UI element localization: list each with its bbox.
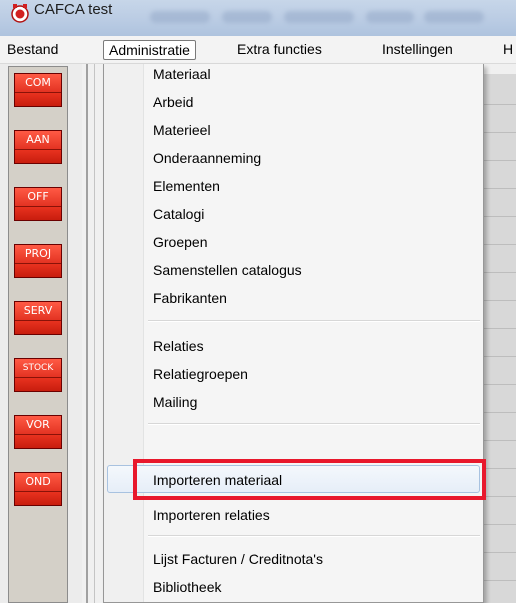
grid-row-line	[483, 580, 516, 581]
grid-row-line	[483, 552, 516, 553]
module-button-base	[15, 93, 61, 106]
menu-item-samenstellen-catalogus[interactable]: Samenstellen catalogus	[107, 256, 480, 284]
administratie-dropdown-menu: Materiaal Arbeid Materieel Onderaannemin…	[103, 64, 484, 603]
module-button-label: SERV	[15, 302, 61, 321]
menu-administratie[interactable]: Administratie	[103, 40, 196, 60]
menu-item-label: Catalogi	[153, 206, 205, 222]
grid-row-line	[483, 440, 516, 441]
menu-item-elementen[interactable]: Elementen	[107, 172, 480, 200]
menu-item-label: Relaties	[153, 338, 204, 354]
menu-separator	[148, 423, 480, 425]
module-button-off[interactable]: OFF	[14, 187, 62, 221]
module-toolbar: COM AAN OFF PROJ SERV STOCK VOR OND	[0, 64, 82, 603]
grid-row-line	[483, 272, 516, 273]
module-button-base	[15, 321, 61, 334]
menu-item-catalogi[interactable]: Catalogi	[107, 200, 480, 228]
menu-item-label: Materiaal	[153, 66, 211, 82]
menu-item-label: Mailing	[153, 394, 198, 410]
module-button-base	[15, 492, 61, 505]
module-button-ond[interactable]: OND	[14, 472, 62, 506]
module-button-serv[interactable]: SERV	[14, 301, 62, 335]
module-button-proj[interactable]: PROJ	[14, 244, 62, 278]
module-button-stock[interactable]: STOCK	[14, 358, 62, 392]
menu-item-label: Samenstellen catalogus	[153, 262, 302, 278]
menu-separator	[148, 320, 480, 322]
menu-item-relaties[interactable]: Relaties	[107, 332, 480, 360]
module-button-base	[15, 150, 61, 163]
grid-row-line	[483, 524, 516, 525]
module-button-label: OFF	[15, 188, 61, 207]
menu-bestand[interactable]: Bestand	[2, 40, 63, 60]
blurred-caption-segment	[222, 11, 272, 23]
grid-row-line	[483, 188, 516, 189]
menu-item-label: Relatiegroepen	[153, 366, 248, 382]
menu-item-materieel[interactable]: Materieel	[107, 116, 480, 144]
module-button-label: VOR	[15, 416, 61, 435]
module-button-column: COM AAN OFF PROJ SERV STOCK VOR OND	[8, 66, 68, 603]
module-button-base	[15, 435, 61, 448]
menu-item-label: Bibliotheek	[153, 579, 222, 595]
module-button-base	[15, 378, 61, 391]
menu-help[interactable]: H	[498, 40, 516, 60]
menu-item-arbeid[interactable]: Arbeid	[107, 88, 480, 116]
menu-item-label: Materieel	[153, 122, 211, 138]
menu-extra-functies[interactable]: Extra functies	[232, 40, 327, 60]
grid-row-line	[483, 160, 516, 161]
module-button-label: COM	[15, 74, 61, 93]
cafca-app-icon	[11, 4, 29, 23]
grid-row-line	[483, 244, 516, 245]
title-bar: CAFCA test	[0, 0, 516, 36]
grid-row-line	[483, 384, 516, 385]
menu-item-label: Groepen	[153, 234, 208, 250]
menu-item-label: Importeren materiaal	[153, 472, 283, 488]
panel-splitter[interactable]	[86, 64, 88, 603]
blurred-caption-segment	[150, 11, 210, 23]
menu-item-importeren-relaties[interactable]: Importeren relaties	[107, 501, 480, 529]
background-grid-panel	[482, 74, 516, 603]
module-button-label: AAN	[15, 131, 61, 150]
grid-row-line	[483, 132, 516, 133]
menu-item-label: Importeren relaties	[153, 507, 270, 523]
module-button-label: PROJ	[15, 245, 61, 264]
blurred-caption-segment	[284, 11, 354, 23]
menu-bar: Bestand Administratie Extra functies Ins…	[0, 36, 516, 64]
module-button-aan[interactable]: AAN	[14, 130, 62, 164]
menu-item-fabrikanten[interactable]: Fabrikanten	[107, 284, 480, 312]
grid-row-line	[483, 356, 516, 357]
menu-item-label: Arbeid	[153, 94, 194, 110]
grid-row-line	[483, 300, 516, 301]
menu-item-onderaanneming[interactable]: Onderaanneming	[107, 144, 480, 172]
menu-item-bibliotheek[interactable]: Bibliotheek	[107, 573, 480, 601]
grid-row-line	[483, 104, 516, 105]
grid-row-line	[483, 216, 516, 217]
module-button-base	[15, 207, 61, 220]
menu-item-importeren-materiaal[interactable]: Importeren materiaal	[107, 465, 480, 493]
menu-instellingen[interactable]: Instellingen	[377, 40, 458, 60]
grid-row-line	[483, 328, 516, 329]
menu-item-mailing[interactable]: Mailing	[107, 388, 480, 416]
grid-row-line	[483, 412, 516, 413]
cafca-window: CAFCA test Bestand Administratie Extra f…	[0, 0, 516, 603]
menu-item-lijst-facturen-creditnotas[interactable]: Lijst Facturen / Creditnota's	[107, 545, 480, 573]
menu-item-groepen[interactable]: Groepen	[107, 228, 480, 256]
menu-separator	[148, 535, 480, 537]
module-button-com[interactable]: COM	[14, 73, 62, 107]
menu-item-label: Elementen	[153, 178, 220, 194]
menu-item-label: Lijst Facturen / Creditnota's	[153, 551, 323, 567]
module-button-label: OND	[15, 473, 61, 492]
menu-item-label: Onderaanneming	[153, 150, 262, 166]
grid-row-line	[483, 468, 516, 469]
divider	[94, 64, 95, 603]
module-button-label: STOCK	[15, 359, 61, 378]
menu-item-relatiegroepen[interactable]: Relatiegroepen	[107, 360, 480, 388]
grid-row-line	[483, 496, 516, 497]
blurred-caption-segment	[366, 11, 414, 23]
module-button-base	[15, 264, 61, 277]
module-button-vor[interactable]: VOR	[14, 415, 62, 449]
window-title: CAFCA test	[34, 1, 113, 18]
blurred-caption-segment	[424, 11, 484, 23]
menu-item-materiaal[interactable]: Materiaal	[107, 64, 480, 88]
menu-item-label: Fabrikanten	[153, 290, 227, 306]
